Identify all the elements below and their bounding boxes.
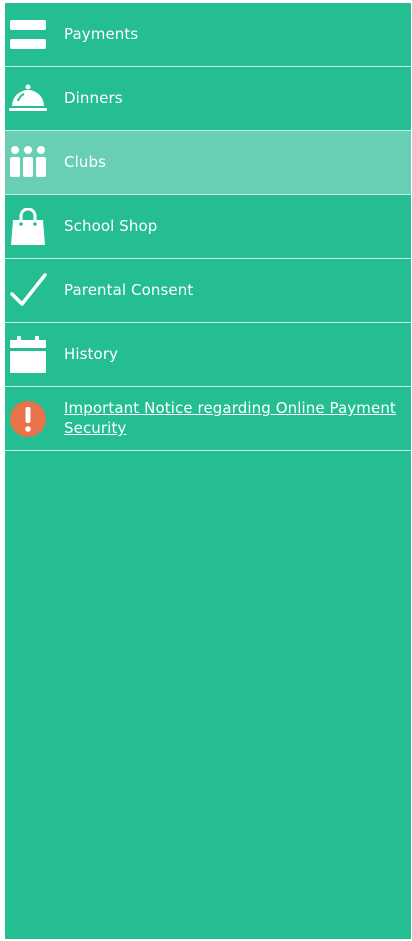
side-menu-panel: Payments Dinners Clubs School Shop Paren… xyxy=(5,3,411,939)
menu-item-dinners[interactable]: Dinners xyxy=(5,67,411,131)
credit-card-icon xyxy=(9,16,47,54)
shopping-bag-icon xyxy=(9,208,47,246)
cloche-icon xyxy=(9,80,47,118)
menu-item-label: Payments xyxy=(64,25,139,43)
group-icon xyxy=(9,144,47,182)
menu-item-payments[interactable]: Payments xyxy=(5,3,411,67)
menu-item-label: History xyxy=(64,345,119,363)
menu-item-label: Clubs xyxy=(64,153,106,171)
warning-icon xyxy=(9,400,47,438)
menu-item-history[interactable]: History xyxy=(5,323,411,387)
menu-item-school-shop[interactable]: School Shop xyxy=(5,195,411,259)
important-notice-link[interactable]: Important Notice regarding Online Paymen… xyxy=(64,398,399,438)
calendar-icon xyxy=(9,336,47,374)
menu-item-important-notice[interactable]: Important Notice regarding Online Paymen… xyxy=(5,387,411,451)
menu-item-clubs[interactable]: Clubs xyxy=(5,131,411,195)
menu-item-parental-consent[interactable]: Parental Consent xyxy=(5,259,411,323)
side-menu: Payments Dinners Clubs School Shop Paren… xyxy=(5,3,411,451)
menu-item-label: School Shop xyxy=(64,217,158,235)
menu-item-label: Parental Consent xyxy=(64,281,194,299)
menu-item-label: Dinners xyxy=(64,89,123,107)
checkmark-icon xyxy=(9,272,47,310)
